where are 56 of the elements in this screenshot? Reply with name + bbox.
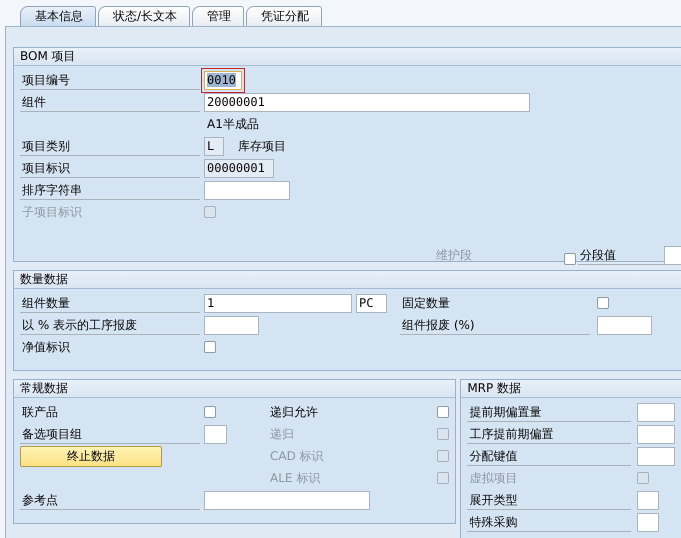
input-field[interactable]: [597, 316, 652, 334]
field-label: 递归: [269, 426, 295, 442]
checkbox[interactable]: [437, 406, 449, 418]
input-field[interactable]: [204, 490, 370, 510]
field-label: 维护段: [435, 247, 473, 264]
field-label: 组件: [20, 92, 200, 112]
input-field[interactable]: [637, 402, 676, 422]
input-field[interactable]: 1: [204, 294, 352, 312]
field-label: 工序提前期偏置: [467, 424, 632, 444]
input-field[interactable]: [637, 490, 660, 510]
checkbox[interactable]: [204, 406, 216, 418]
tab[interactable]: 基本信息: [20, 6, 96, 26]
input-field[interactable]: [637, 512, 660, 532]
field-label: 虚拟项目: [468, 470, 518, 486]
input-field[interactable]: 20000001: [204, 92, 530, 112]
tab[interactable]: 凭证分配: [246, 6, 322, 26]
group-header: 常规数据: [14, 380, 456, 398]
input-field[interactable]: [637, 424, 676, 444]
field-label: CAD 标识: [269, 448, 325, 464]
display-field: L: [204, 136, 224, 156]
input-field[interactable]: [204, 316, 259, 334]
end-data-button[interactable]: 终止数据: [20, 446, 162, 466]
checkbox[interactable]: [597, 297, 609, 309]
input-field[interactable]: [204, 180, 290, 200]
field-label: 参考点: [20, 490, 200, 510]
field-label: 项目编号: [20, 70, 200, 90]
field-label: 组件报废 (%): [400, 316, 590, 334]
item-category-text: 库存项目: [238, 138, 286, 154]
field-label: 联产品: [21, 404, 59, 420]
group-header: MRP 数据: [461, 380, 681, 398]
tab[interactable]: 状态/长文本: [98, 6, 190, 26]
unit-field[interactable]: PC: [356, 294, 387, 312]
field-label: 项目类别: [20, 136, 200, 156]
field-label: 以 % 表示的工序报废: [20, 316, 200, 334]
field-label: 展开类型: [467, 490, 632, 510]
field-label: 特殊采购: [467, 512, 632, 532]
field-label: 净值标识: [21, 338, 71, 356]
group-header: 数量数据: [14, 271, 681, 289]
input-field[interactable]: [204, 424, 227, 444]
checkbox[interactable]: [204, 341, 216, 353]
field-label: 提前期偏置量: [467, 402, 632, 422]
input-field[interactable]: [637, 446, 676, 466]
display-field: 00000001: [204, 158, 274, 178]
tab[interactable]: 管理: [192, 6, 244, 26]
field-label: 项目标识: [20, 158, 200, 178]
component-description: A1半成品: [207, 116, 259, 132]
group-header: BOM 项目: [14, 48, 681, 66]
input-field[interactable]: [664, 246, 681, 265]
field-label: ALE 标识: [269, 470, 322, 486]
field-label: 分配键值: [467, 446, 632, 466]
field-label: 排序字符串: [20, 180, 200, 200]
field-label: 组件数量: [20, 294, 200, 312]
field-label: 固定数量: [401, 294, 451, 312]
field-label: 子项目标识: [21, 204, 83, 220]
field-label: 备选项目组: [20, 424, 200, 444]
field-label: 递归允许: [269, 404, 319, 420]
